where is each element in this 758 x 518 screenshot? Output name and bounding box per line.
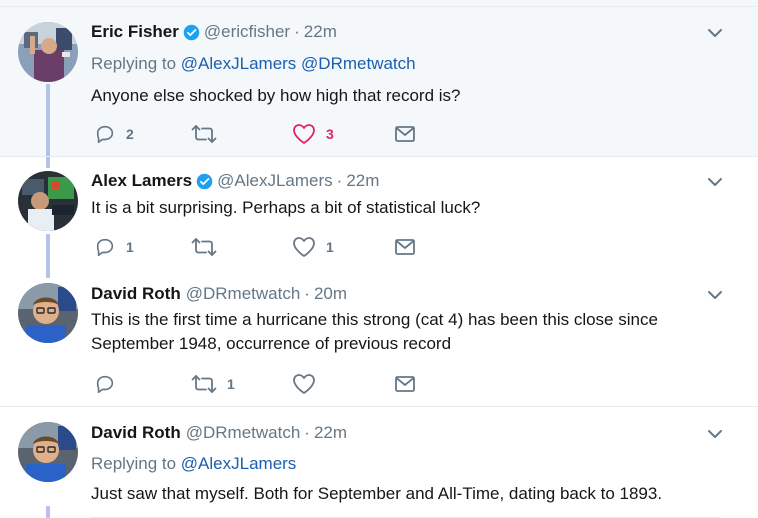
caret-down-icon[interactable]	[705, 424, 725, 444]
verified-badge-icon	[183, 24, 200, 40]
display-name[interactable]: Alex Lamers	[91, 171, 192, 191]
separator-dot: ·	[336, 171, 343, 190]
replying-to: Replying to @AlexJLamers	[91, 454, 296, 474]
replying-to: Replying to @AlexJLamers @DRmetwatch	[91, 54, 416, 74]
like-count: 1	[326, 239, 334, 255]
mention-link[interactable]: @AlexJLamers	[181, 454, 297, 473]
tweet-text: This is the first time a hurricane this …	[91, 308, 711, 356]
caret-down-icon[interactable]	[705, 23, 725, 43]
reply-count: 2	[126, 126, 134, 142]
separator-dot: ·	[304, 284, 310, 303]
caret-down-icon[interactable]	[705, 285, 725, 305]
direct-message-icon	[395, 239, 415, 255]
retweet-button[interactable]	[191, 235, 227, 259]
tweet-text: Just saw that myself. Both for September…	[91, 484, 663, 503]
divider	[0, 6, 758, 7]
tweet-text: Anyone else shocked by how high that rec…	[91, 86, 461, 105]
handle[interactable]: @DRmetwatch	[186, 423, 301, 443]
replying-prefix: Replying to	[91, 454, 177, 473]
tweet-text: It is a bit surprising. Perhaps a bit of…	[91, 198, 481, 217]
timestamp[interactable]: 20m	[314, 284, 347, 304]
reply-button[interactable]	[94, 372, 126, 396]
direct-message-icon	[395, 126, 415, 142]
timestamp[interactable]: 22m	[304, 22, 337, 42]
like-icon	[293, 124, 315, 144]
retweet-icon	[191, 238, 217, 256]
avatar-david-roth[interactable]	[18, 422, 78, 482]
like-icon	[293, 374, 315, 394]
tweet-header: David Roth @DRmetwatch · 20m	[91, 283, 347, 305]
mention-link[interactable]: @DRmetwatch	[301, 54, 416, 73]
avatar-eric-fisher[interactable]	[18, 22, 78, 82]
retweet-icon	[191, 125, 217, 143]
display-name[interactable]: Eric Fisher	[91, 22, 179, 42]
handle[interactable]: @AlexJLamers	[217, 171, 333, 191]
verified-badge-icon	[196, 173, 213, 189]
handle[interactable]: @DRmetwatch	[186, 284, 301, 304]
tweet-text-line: This is the first time a hurricane this …	[91, 310, 658, 329]
direct-message-button[interactable]	[394, 235, 416, 259]
replying-prefix: Replying to	[91, 54, 177, 73]
separator-dot: ·	[294, 22, 300, 41]
reply-button[interactable]: 2	[94, 122, 134, 146]
tweet-header: David Roth @DRmetwatch · 22m	[91, 422, 347, 444]
retweet-count: 1	[227, 376, 235, 392]
tweet-header: Eric Fisher @ericfisher · 22m	[91, 21, 337, 43]
tweet-text-line: September 1948, occurrence of previous r…	[91, 334, 452, 353]
timestamp[interactable]: 22m	[314, 423, 347, 443]
avatar-alex-lamers[interactable]	[18, 171, 78, 231]
retweet-button[interactable]	[191, 122, 227, 146]
display-name[interactable]: David Roth	[91, 284, 181, 304]
reply-count: 1	[126, 239, 134, 255]
tweet-header: Alex Lamers @AlexJLamers · 22m	[91, 170, 379, 192]
retweet-button[interactable]: 1	[191, 372, 235, 396]
handle[interactable]: @ericfisher	[204, 22, 290, 42]
direct-message-icon	[395, 376, 415, 392]
retweet-icon	[191, 375, 217, 393]
like-count: 3	[326, 126, 334, 142]
like-button[interactable]	[292, 372, 326, 396]
avatar-david-roth[interactable]	[18, 283, 78, 343]
like-button[interactable]: 3	[292, 122, 334, 146]
display-name[interactable]: David Roth	[91, 423, 181, 443]
caret-down-icon[interactable]	[705, 172, 725, 192]
reply-button[interactable]: 1	[94, 235, 134, 259]
direct-message-button[interactable]	[394, 372, 416, 396]
like-icon	[293, 237, 315, 257]
direct-message-button[interactable]	[394, 122, 416, 146]
reply-icon	[96, 238, 114, 257]
reply-icon	[96, 125, 114, 144]
timestamp[interactable]: 22m	[346, 171, 379, 191]
like-button[interactable]: 1	[292, 235, 334, 259]
mention-link[interactable]: @AlexJLamers	[181, 54, 297, 73]
separator-dot: ·	[304, 423, 310, 442]
reply-icon	[96, 375, 114, 394]
